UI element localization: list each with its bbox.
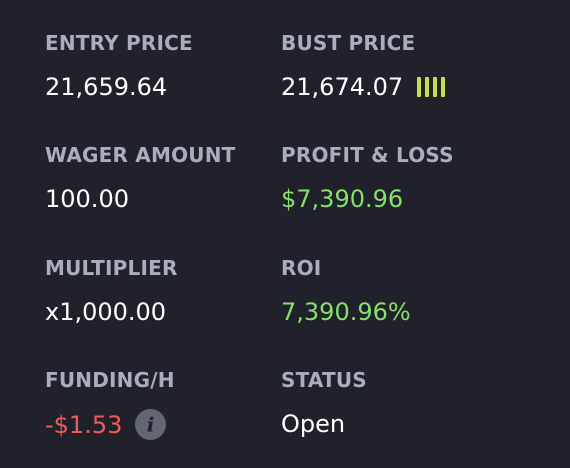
profit-loss-field: PROFIT & LOSS $7,390.96 (281, 143, 454, 214)
info-glyph-text: i (147, 413, 155, 437)
bust-price-label: BUST PRICE (281, 31, 416, 55)
entry-price-label: ENTRY PRICE (45, 31, 193, 55)
signal-bar (417, 77, 422, 97)
entry-price-field: ENTRY PRICE 21,659.64 (45, 31, 193, 102)
signal-bar (433, 77, 438, 97)
multiplier-label: MULTIPLIER (45, 256, 178, 280)
signal-bars-icon (417, 77, 446, 97)
funding-label: FUNDING/H (45, 368, 175, 392)
bust-price-value: 21,674.07 (281, 73, 404, 101)
wager-amount-value: 100.00 (45, 185, 129, 213)
bust-price-field: BUST PRICE 21,674.07 (281, 31, 446, 102)
bust-price-row: 21,674.07 (281, 72, 446, 102)
info-glyph: i (147, 413, 155, 437)
roi-field: ROI 7,390.96% (281, 256, 411, 327)
bet-details-panel: ENTRY PRICE 21,659.64 BUST PRICE 21,674.… (0, 0, 570, 468)
funding-value: -$1.53 (45, 410, 123, 439)
roi-label: ROI (281, 256, 322, 280)
profit-loss-value: $7,390.96 (281, 185, 404, 213)
wager-amount-label: WAGER AMOUNT (45, 143, 236, 167)
profit-loss-label: PROFIT & LOSS (281, 143, 454, 167)
wager-amount-field: WAGER AMOUNT 100.00 (45, 143, 236, 214)
entry-price-value: 21,659.64 (45, 73, 168, 101)
signal-bar (425, 77, 430, 97)
status-field: STATUS Open (281, 368, 367, 439)
funding-row: -$1.53 i (45, 409, 175, 440)
status-value: Open (281, 410, 346, 438)
roi-value: 7,390.96% (281, 298, 411, 326)
multiplier-value: x1,000.00 (45, 298, 167, 326)
funding-field: FUNDING/H -$1.53 i (45, 368, 175, 440)
info-icon[interactable]: i (135, 409, 167, 440)
multiplier-field: MULTIPLIER x1,000.00 (45, 256, 178, 327)
status-label: STATUS (281, 368, 367, 392)
signal-bar (441, 77, 446, 97)
